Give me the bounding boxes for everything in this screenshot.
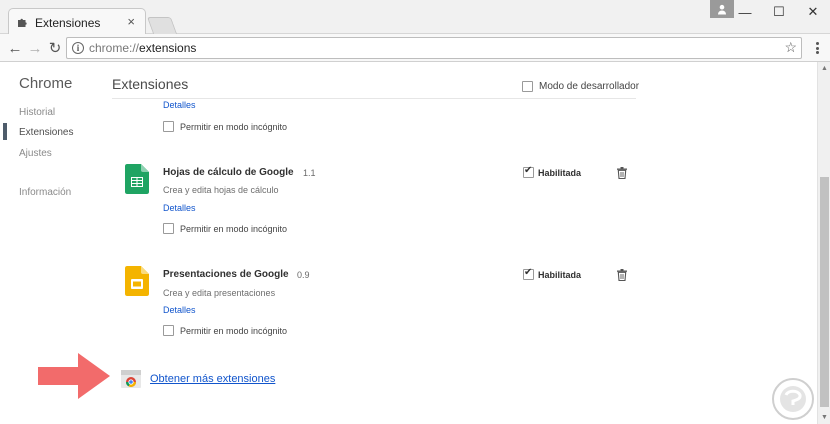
trash-icon[interactable] — [617, 269, 627, 281]
trash-icon[interactable] — [617, 167, 627, 179]
incognito-checkbox[interactable] — [163, 121, 174, 132]
sidebar-item-informacion[interactable]: Información — [19, 187, 71, 198]
extension-description: Crea y edita presentaciones — [163, 288, 276, 298]
incognito-option[interactable]: Permitir en modo incógnito — [163, 121, 287, 132]
incognito-label: Permitir en modo incógnito — [180, 325, 288, 336]
address-bar[interactable]: i chrome://extensions ☆ — [66, 37, 802, 59]
google-slides-icon — [125, 266, 149, 296]
url-path: extensions — [139, 41, 197, 55]
bookmark-star-icon[interactable]: ☆ — [784, 39, 797, 56]
title-bar: Extensiones × — ☐ ✕ — [0, 0, 830, 35]
maximize-button[interactable]: ☐ — [762, 0, 796, 24]
forward-button[interactable]: → — [26, 39, 44, 57]
url-scheme: chrome:// — [89, 41, 140, 55]
red-arrow-annotation — [38, 353, 110, 399]
back-button[interactable]: ← — [6, 39, 24, 57]
details-link[interactable]: Detalles — [163, 305, 196, 315]
vertical-scrollbar[interactable]: ▲ ▼ — [817, 62, 830, 424]
tab-extensions[interactable]: Extensiones × — [8, 8, 146, 35]
close-window-button[interactable]: ✕ — [796, 0, 830, 24]
enabled-toggle[interactable]: Habilitada — [523, 267, 582, 280]
chrome-web-store-icon — [121, 370, 141, 388]
extension-name: Presentaciones de Google — [163, 269, 289, 280]
sidebar-item-extensiones[interactable]: Extensiones — [19, 127, 73, 138]
extension-version: 1.1 — [303, 168, 316, 178]
new-tab-button[interactable] — [146, 17, 178, 34]
details-link[interactable]: Detalles — [163, 100, 196, 110]
minimize-button[interactable]: — — [728, 0, 762, 24]
extension-version: 0.9 — [297, 270, 310, 280]
scroll-up-arrow-icon[interactable]: ▲ — [818, 62, 830, 75]
incognito-option[interactable]: Permitir en modo incógnito — [163, 223, 287, 234]
extension-description: Crea y edita hojas de cálculo — [163, 185, 279, 195]
enabled-toggle[interactable]: Habilitada — [523, 165, 582, 178]
sidebar-item-historial[interactable]: Historial — [19, 107, 55, 118]
page-title: Extensiones — [112, 76, 189, 92]
sidebar-item-ajustes[interactable]: Ajustes — [19, 148, 52, 159]
incognito-checkbox[interactable] — [163, 325, 174, 336]
sidebar-title: Chrome — [19, 75, 73, 92]
google-sheets-icon — [125, 164, 149, 194]
tab-close-icon[interactable]: × — [127, 14, 135, 29]
sidebar-active-indicator — [3, 123, 7, 140]
incognito-label: Permitir en modo incógnito — [180, 121, 288, 132]
incognito-label: Permitir en modo incógnito — [180, 223, 288, 234]
developer-mode-label: Modo de desarrollador — [539, 81, 640, 92]
incognito-option[interactable]: Permitir en modo incógnito — [163, 325, 287, 336]
watermark-logo — [772, 378, 814, 420]
header-divider — [112, 98, 636, 99]
incognito-checkbox[interactable] — [163, 223, 174, 234]
scrollbar-thumb[interactable] — [820, 177, 829, 407]
enabled-label: Habilitada — [538, 167, 582, 178]
developer-mode-checkbox[interactable] — [522, 81, 533, 92]
enabled-checkbox[interactable] — [523, 165, 534, 178]
window-controls: — ☐ ✕ — [728, 0, 830, 24]
extension-name: Hojas de cálculo de Google — [163, 167, 294, 178]
developer-mode-toggle[interactable]: Modo de desarrollador — [522, 81, 639, 92]
details-link[interactable]: Detalles — [163, 203, 196, 213]
puzzle-icon — [18, 18, 27, 27]
reload-button[interactable]: ↻ — [46, 39, 64, 57]
browser-toolbar: ← → ↻ i chrome://extensions ☆ — [0, 34, 830, 62]
tab-title: Extensiones — [35, 16, 101, 30]
enabled-label: Habilitada — [538, 269, 582, 280]
person-icon — [718, 4, 726, 14]
url-text[interactable]: chrome://extensions — [89, 41, 196, 55]
get-more-extensions-link[interactable]: Obtener más extensiones — [121, 370, 275, 388]
info-icon[interactable]: i — [72, 42, 84, 54]
menu-kebab-icon[interactable] — [812, 40, 822, 56]
get-more-extensions-label[interactable]: Obtener más extensiones — [150, 373, 275, 385]
enabled-checkbox[interactable] — [523, 267, 534, 280]
